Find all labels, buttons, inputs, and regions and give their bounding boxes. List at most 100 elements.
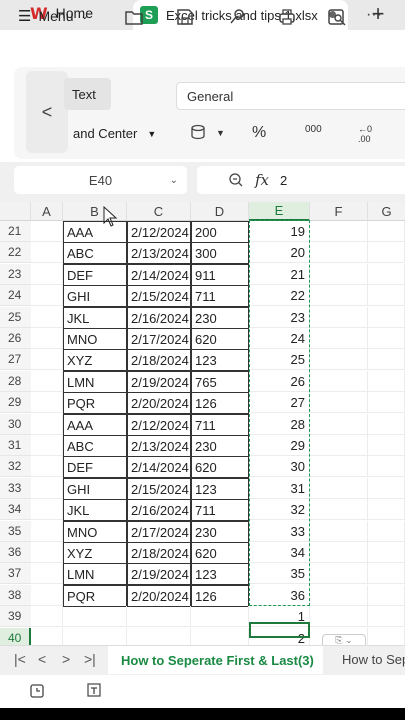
- grid-cell-b[interactable]: MNO: [63, 328, 127, 350]
- last-sheet-icon[interactable]: >|: [84, 651, 96, 667]
- grid-cell[interactable]: [31, 542, 63, 563]
- grid-cell-d[interactable]: 230: [191, 307, 249, 329]
- grid-cell[interactable]: [310, 499, 368, 520]
- row-header[interactable]: 33: [0, 478, 31, 499]
- grid-cell[interactable]: [31, 371, 63, 392]
- grid-cell-c[interactable]: 2/16/2024: [127, 499, 191, 521]
- row-header[interactable]: 22: [0, 242, 31, 263]
- grid-cell[interactable]: [368, 435, 405, 456]
- grid-cell-d[interactable]: 711: [191, 285, 249, 307]
- grid-cell[interactable]: [368, 392, 405, 413]
- text-format-icon[interactable]: [86, 682, 104, 698]
- grid-cell-e[interactable]: 23: [249, 307, 310, 328]
- grid-cell-e[interactable]: 34: [249, 542, 310, 563]
- grid-cell[interactable]: [368, 606, 405, 627]
- grid-cell[interactable]: [310, 392, 368, 413]
- grid-cell[interactable]: [310, 307, 368, 328]
- grid-cell-c[interactable]: 2/18/2024: [127, 542, 191, 564]
- grid-cell-c[interactable]: 2/12/2024: [127, 221, 191, 243]
- column-header[interactable]: C: [127, 202, 191, 221]
- grid-cell[interactable]: [368, 563, 405, 584]
- grid-cell[interactable]: [310, 521, 368, 542]
- grid-cell[interactable]: [368, 585, 405, 606]
- grid-cell-b[interactable]: MNO: [63, 521, 127, 543]
- grid-cell-e[interactable]: 1: [249, 606, 310, 627]
- grid-cell[interactable]: [368, 542, 405, 563]
- grid-cell-b[interactable]: ABC: [63, 435, 127, 457]
- grid-cell[interactable]: [310, 328, 368, 349]
- row-header[interactable]: 21: [0, 221, 31, 242]
- grid-cell-b[interactable]: XYZ: [63, 542, 127, 564]
- grid-cell-c[interactable]: 2/15/2024: [127, 478, 191, 500]
- find-icon[interactable]: [326, 6, 348, 28]
- grid-cell[interactable]: [310, 349, 368, 370]
- row-header[interactable]: 23: [0, 264, 31, 285]
- grid-cell[interactable]: [31, 414, 63, 435]
- grid-cell-b[interactable]: JKL: [63, 499, 127, 521]
- grid-cell-e[interactable]: 33: [249, 521, 310, 542]
- zoom-icon[interactable]: [229, 173, 243, 187]
- grid-cell-c[interactable]: 2/17/2024: [127, 521, 191, 543]
- grid-cell-c[interactable]: 2/13/2024: [127, 435, 191, 457]
- row-header[interactable]: 37: [0, 563, 31, 584]
- grid-cell-d[interactable]: 230: [191, 435, 249, 457]
- grid-cell-c[interactable]: 2/20/2024: [127, 585, 191, 607]
- grid-cell[interactable]: [310, 456, 368, 477]
- sheet-tab-active[interactable]: How to Seperate First & Last(3): [108, 646, 323, 674]
- column-header[interactable]: A: [31, 202, 63, 221]
- grid-cell-b[interactable]: AAA: [63, 221, 127, 243]
- grid-cell[interactable]: [310, 435, 368, 456]
- grid-cell[interactable]: [310, 242, 368, 263]
- row-header[interactable]: 30: [0, 414, 31, 435]
- grid-cell[interactable]: [310, 414, 368, 435]
- grid-cell-c[interactable]: 2/19/2024: [127, 371, 191, 393]
- grid-cell-e[interactable]: 19: [249, 221, 310, 242]
- grid-cell-e[interactable]: 26: [249, 371, 310, 392]
- grid-cell-e[interactable]: 27: [249, 392, 310, 413]
- grid-cell[interactable]: [31, 392, 63, 413]
- clock-icon[interactable]: [29, 683, 45, 699]
- grid-cell-d[interactable]: 123: [191, 478, 249, 500]
- grid-cell[interactable]: [310, 563, 368, 584]
- grid-cell-e[interactable]: 28: [249, 414, 310, 435]
- formula-value[interactable]: 2: [280, 173, 287, 188]
- grid-cell-d[interactable]: 123: [191, 349, 249, 371]
- grid-cell[interactable]: [31, 456, 63, 477]
- grid-cell-c[interactable]: 2/18/2024: [127, 349, 191, 371]
- row-header[interactable]: 29: [0, 392, 31, 413]
- grid-cell-d[interactable]: 711: [191, 499, 249, 521]
- grid-cell[interactable]: [368, 478, 405, 499]
- grid-cell[interactable]: [368, 242, 405, 263]
- grid-cell-e[interactable]: 20: [249, 242, 310, 263]
- row-header[interactable]: 25: [0, 307, 31, 328]
- grid-cell-d[interactable]: 126: [191, 392, 249, 414]
- row-header[interactable]: 32: [0, 456, 31, 477]
- grid-cell-b[interactable]: ABC: [63, 242, 127, 264]
- merge-center-button[interactable]: and Center ▼: [73, 126, 156, 141]
- row-header[interactable]: 24: [0, 285, 31, 306]
- row-header[interactable]: 39: [0, 606, 31, 627]
- row-header[interactable]: 36: [0, 542, 31, 563]
- grid-cell-d[interactable]: 230: [191, 521, 249, 543]
- row-header[interactable]: 28: [0, 371, 31, 392]
- grid-cell[interactable]: [368, 414, 405, 435]
- grid-cell-d[interactable]: 126: [191, 585, 249, 607]
- grid-cell[interactable]: [368, 456, 405, 477]
- grid-cell[interactable]: [31, 606, 63, 627]
- wrap-text-button[interactable]: Text: [64, 78, 111, 110]
- column-header-active[interactable]: E: [249, 202, 310, 221]
- grid-cell-d[interactable]: 765: [191, 371, 249, 393]
- grid-cell[interactable]: [31, 307, 63, 328]
- grid-cell-d[interactable]: 911: [191, 264, 249, 286]
- ribbon-back-button[interactable]: <: [26, 71, 68, 153]
- row-header[interactable]: 35: [0, 521, 31, 542]
- next-sheet-icon[interactable]: >: [62, 651, 70, 667]
- grid-cell-d[interactable]: 620: [191, 456, 249, 478]
- grid-cell[interactable]: [310, 606, 368, 627]
- grid-cell-e[interactable]: 24: [249, 328, 310, 349]
- grid-cell[interactable]: [368, 371, 405, 392]
- row-header[interactable]: 34: [0, 499, 31, 520]
- column-header[interactable]: G: [368, 202, 405, 221]
- grid-cell[interactable]: [368, 521, 405, 542]
- column-header[interactable]: F: [310, 202, 368, 221]
